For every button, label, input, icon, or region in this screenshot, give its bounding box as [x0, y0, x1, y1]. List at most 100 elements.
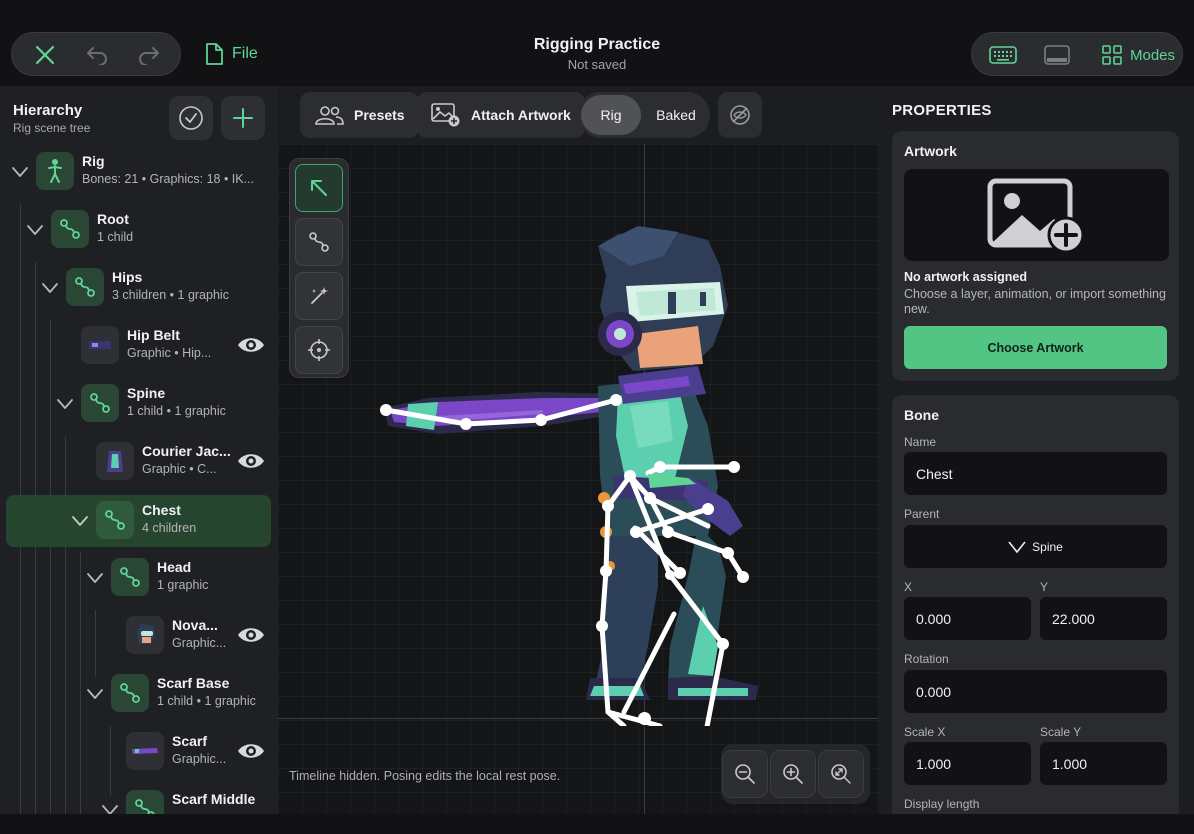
bone-icon	[111, 674, 149, 712]
eye-icon[interactable]	[236, 450, 266, 472]
choose-artwork-button[interactable]: Choose Artwork	[904, 326, 1167, 369]
tree-row-chest[interactable]: Chest 4 children	[6, 495, 271, 547]
node-name: Spine	[127, 385, 166, 401]
tree-row-rig[interactable]: Rig Bones: 21 • Graphics: 18 • IK...	[0, 146, 278, 198]
zoom-in-button[interactable]	[770, 750, 816, 798]
redo-button[interactable]	[124, 33, 174, 77]
chevron-down-icon[interactable]	[25, 220, 45, 240]
tool-palette	[289, 158, 349, 378]
artwork-card: Artwork No artwork assigned Choose a lay…	[892, 131, 1179, 381]
x-field[interactable]: 0.000	[904, 597, 1031, 640]
chevron-down-icon[interactable]	[10, 162, 30, 182]
close-button[interactable]	[20, 33, 70, 77]
modes-button[interactable]: Modes	[1102, 33, 1175, 77]
chevron-down-icon[interactable]	[40, 278, 60, 298]
save-status: Not saved	[567, 57, 627, 72]
file-button[interactable]: File	[204, 38, 258, 70]
node-name: Root	[97, 211, 129, 227]
node-name: Hip Belt	[127, 327, 180, 343]
canvas-toolbar: Presets Attach Artwork Rig Baked	[278, 86, 878, 144]
node-name: Chest	[142, 502, 181, 518]
eye-icon[interactable]	[236, 740, 266, 762]
tree-row-hips[interactable]: Hips 3 children • 1 graphic	[0, 262, 278, 314]
file-icon	[206, 43, 223, 65]
bone-icon	[111, 558, 149, 596]
tree-row-scarf-middle[interactable]: Scarf Middle	[0, 784, 278, 814]
rig-figure-icon	[36, 152, 74, 190]
scale-x-field[interactable]: 1.000	[904, 742, 1031, 785]
origin-marker[interactable]	[638, 712, 651, 725]
hierarchy-panel: Hierarchy Rig scene tree Rig Bones: 21 •…	[0, 86, 278, 814]
tree-row-spine[interactable]: Spine 1 child • 1 graphic	[0, 378, 278, 430]
chevron-down-icon[interactable]	[70, 511, 90, 531]
add-node-button[interactable]	[221, 96, 265, 140]
node-meta: 1 child • 1 graphic	[157, 694, 256, 708]
auto-rig-tool[interactable]	[295, 272, 343, 320]
artwork-preview[interactable]	[904, 169, 1169, 261]
keyboard-icon	[989, 46, 1017, 64]
scale-y-label: Scale Y	[1040, 725, 1082, 739]
bone-title: Bone	[904, 407, 939, 423]
tree-row-head[interactable]: Head 1 graphic	[0, 552, 278, 604]
tree-row-root[interactable]: Root 1 child	[0, 204, 278, 256]
bone-icon	[66, 268, 104, 306]
rotation-field[interactable]: 0.000	[904, 670, 1167, 713]
graphic-thumbnail	[96, 442, 134, 480]
chevron-down-icon[interactable]	[85, 684, 105, 704]
eye-icon[interactable]	[236, 624, 266, 646]
arrow-up-left-icon	[311, 180, 327, 196]
node-meta: 1 graphic	[157, 578, 209, 592]
panel-toggle-button[interactable]	[1032, 33, 1082, 77]
chevron-down-icon[interactable]	[100, 800, 120, 814]
chevron-down-icon[interactable]	[85, 568, 105, 588]
attach-artwork-label: Attach Artwork	[471, 107, 571, 123]
confirm-button[interactable]	[169, 96, 213, 140]
keyboard-button[interactable]	[978, 33, 1028, 77]
node-name: Scarf Base	[157, 675, 230, 691]
node-name: Head	[157, 559, 192, 575]
visibility-toggle-button[interactable]	[718, 92, 762, 138]
tree-row-scarf[interactable]: Scarf Graphic...	[0, 726, 278, 778]
node-meta: 1 child	[97, 230, 134, 244]
presets-label: Presets	[354, 107, 405, 123]
bone-name-field[interactable]: Chest	[904, 452, 1167, 495]
attach-artwork-button[interactable]: Attach Artwork	[417, 92, 585, 138]
graphic-thumbnail	[81, 326, 119, 364]
bone-tool[interactable]	[295, 218, 343, 266]
tree-row-courier-jacket[interactable]: Courier Jac... Graphic • C...	[0, 436, 278, 488]
graphic-thumbnail	[126, 732, 164, 770]
node-meta: 3 children • 1 graphic	[112, 288, 229, 302]
mode-baked-option[interactable]: Baked	[644, 95, 708, 135]
pivot-tool[interactable]	[295, 326, 343, 374]
tree-row-nova[interactable]: Nova... Graphic...	[0, 610, 278, 662]
close-icon	[35, 45, 55, 65]
chevron-down-icon[interactable]	[55, 394, 75, 414]
magic-wand-icon	[311, 287, 328, 304]
scale-y-field[interactable]: 1.000	[1040, 742, 1167, 785]
zoom-out-button[interactable]	[722, 750, 768, 798]
mode-rig-option[interactable]: Rig	[581, 95, 641, 135]
parent-label: Parent	[904, 507, 940, 521]
timeline-hint: Timeline hidden. Posing edits the local …	[289, 769, 561, 783]
y-field[interactable]: 22.000	[1040, 597, 1167, 640]
tree-row-hip-belt[interactable]: Hip Belt Graphic • Hip...	[0, 320, 278, 372]
no-artwork-title: No artwork assigned	[904, 270, 1027, 284]
redo-icon	[139, 47, 159, 65]
select-tool[interactable]	[295, 164, 343, 212]
parent-value: Spine	[1032, 539, 1063, 554]
history-controls	[11, 32, 181, 76]
undo-button[interactable]	[72, 33, 122, 77]
bone-card: Bone Name Chest Parent Spine X 0.000 Y 2…	[892, 395, 1179, 814]
zoom-fit-button[interactable]	[818, 750, 864, 798]
bone-icon	[81, 384, 119, 422]
node-meta: Graphic • C...	[142, 462, 217, 476]
parent-select[interactable]: Spine	[904, 525, 1167, 568]
presets-button[interactable]: Presets	[300, 92, 419, 138]
undo-icon	[87, 47, 107, 65]
eye-icon[interactable]	[236, 334, 266, 356]
node-meta: Graphic • Hip...	[127, 346, 212, 360]
document-title-block: Rigging Practice Not saved	[447, 36, 747, 72]
node-meta: Graphic...	[172, 752, 227, 766]
no-artwork-description: Choose a layer, animation, or import som…	[904, 287, 1166, 316]
tree-row-scarf-base[interactable]: Scarf Base 1 child • 1 graphic	[0, 668, 278, 720]
